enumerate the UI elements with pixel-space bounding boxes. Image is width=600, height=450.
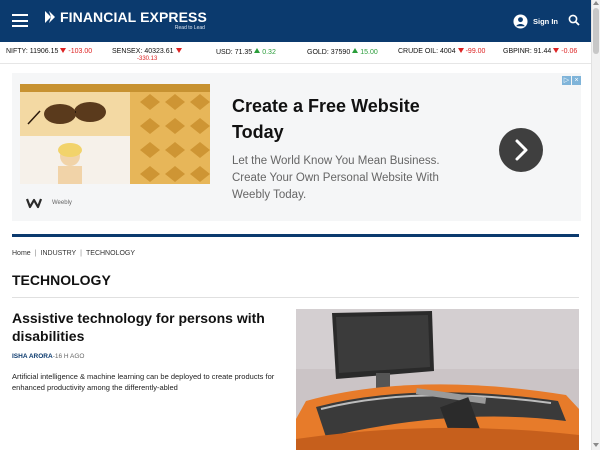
scroll-up-arrow-icon[interactable] <box>593 1 599 5</box>
weebly-logo-icon[interactable] <box>26 197 42 209</box>
ad-close-icon[interactable]: × <box>572 76 581 85</box>
ticker-item-sensex[interactable]: SENSEX: 40323.61 <box>112 48 184 55</box>
search-icon[interactable] <box>568 14 580 26</box>
ad-image[interactable] <box>20 84 210 184</box>
advertisement[interactable]: ▷ × Weebly Create a Free Website Today L… <box>12 73 581 221</box>
ad-badge[interactable]: ▷ × <box>561 76 581 85</box>
article-title-link[interactable]: Assistive technology for persons with di… <box>12 309 272 345</box>
section-title-underline <box>12 297 579 298</box>
ad-cta-button[interactable] <box>499 128 543 172</box>
ticker-item-gbpinr[interactable]: GBPINR: 91.44 -0.06 <box>503 48 577 55</box>
arrow-down-icon <box>553 48 560 53</box>
chevron-right-icon <box>515 139 528 161</box>
article-time: -16 H AGO <box>52 353 85 360</box>
ticker-item-crude-oil[interactable]: CRUDE OIL: 4004 -99.00 <box>398 48 485 55</box>
ticker-item-nifty[interactable]: NIFTY: 11906.15 -103.00 <box>6 48 92 55</box>
article-image[interactable] <box>296 309 579 450</box>
ad-body-text: Let the World Know You Mean Business. Cr… <box>232 155 440 201</box>
arrow-down-icon <box>60 48 67 53</box>
ticker-sensex-change: -330.13 <box>137 56 158 62</box>
user-icon <box>513 14 528 29</box>
signin-label: Sign In <box>533 17 558 26</box>
scroll-thumb[interactable] <box>593 8 599 54</box>
article-byline: ISHA ARORA-16 H AGO <box>12 353 84 360</box>
arrow-down-icon <box>457 48 464 53</box>
breadcrumb-home[interactable]: Home <box>12 250 31 257</box>
page-scrollbar[interactable] <box>591 0 600 450</box>
ad-image-graphic <box>20 84 210 184</box>
market-ticker: NIFTY: 11906.15 -103.00 SENSEX: 40323.61 … <box>0 42 591 64</box>
article-summary: Artificial intelligence & machine learni… <box>12 372 275 392</box>
arrow-up-icon <box>352 48 359 53</box>
logo-mark-icon <box>45 11 55 23</box>
menu-icon[interactable] <box>12 14 28 27</box>
ad-info-icon[interactable]: ▷ <box>562 76 571 85</box>
ad-brand-name: Weebly <box>52 200 72 206</box>
ticker-item-usd[interactable]: USD: 71.35 0.32 <box>216 48 276 56</box>
breadcrumb: Home | INDUSTRY | TECHNOLOGY <box>12 250 136 257</box>
ad-headline[interactable]: Create a Free Website Today <box>232 93 462 145</box>
logo-tagline: Read to Lead <box>174 25 205 31</box>
article-author[interactable]: ISHA ARORA <box>12 353 53 360</box>
site-header: FINANCIAL EXPRESS Read to Lead Sign In <box>0 0 591 42</box>
article-image-graphic <box>296 309 579 450</box>
section-divider <box>12 234 579 237</box>
logo-text: FINANCIAL EXPRESS <box>60 9 207 25</box>
breadcrumb-industry[interactable]: INDUSTRY <box>41 250 77 257</box>
ticker-item-gold[interactable]: GOLD: 37590 15.00 <box>307 48 378 56</box>
scroll-down-arrow-icon[interactable] <box>593 443 599 447</box>
section-title: TECHNOLOGY <box>12 272 111 288</box>
arrow-up-icon <box>254 48 261 53</box>
site-logo[interactable]: FINANCIAL EXPRESS Read to Lead <box>45 9 207 31</box>
signin-button[interactable]: Sign In <box>513 14 558 29</box>
arrow-down-icon <box>175 48 182 53</box>
breadcrumb-technology[interactable]: TECHNOLOGY <box>86 250 135 257</box>
